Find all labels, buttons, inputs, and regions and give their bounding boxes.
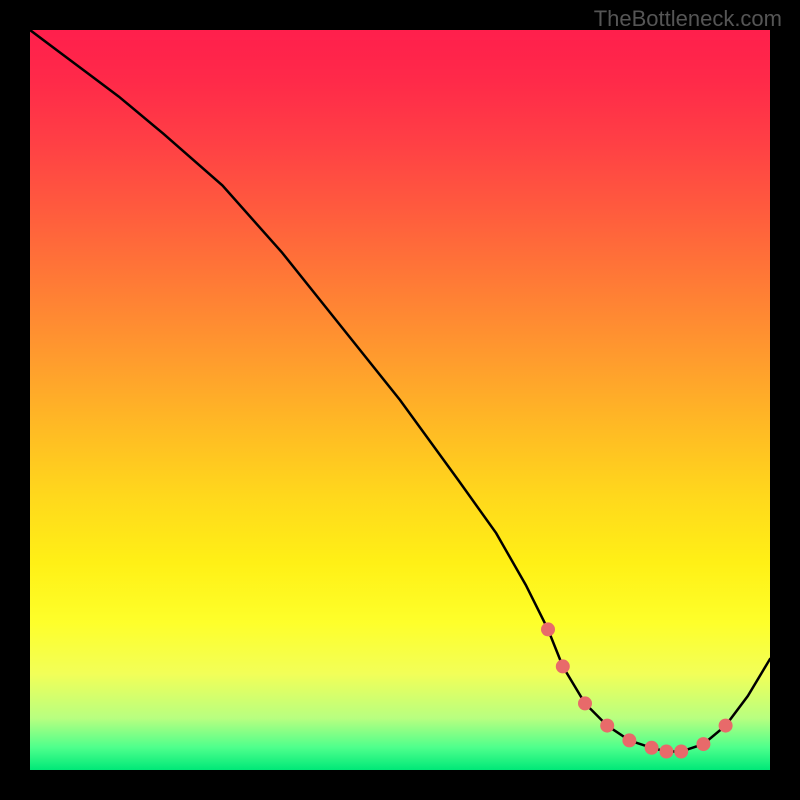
chart-svg (30, 30, 770, 770)
marker-dot (578, 696, 592, 710)
marker-dot (674, 745, 688, 759)
marker-dot (659, 745, 673, 759)
marker-dot (696, 737, 710, 751)
marker-dot (541, 622, 555, 636)
marker-dot (645, 741, 659, 755)
curve-line (30, 30, 770, 752)
watermark-text: TheBottleneck.com (594, 6, 782, 32)
marker-dot (556, 659, 570, 673)
marker-dot (719, 719, 733, 733)
marker-dot (600, 719, 614, 733)
marker-dots-group (541, 622, 733, 758)
plot-area (30, 30, 770, 770)
marker-dot (622, 733, 636, 747)
